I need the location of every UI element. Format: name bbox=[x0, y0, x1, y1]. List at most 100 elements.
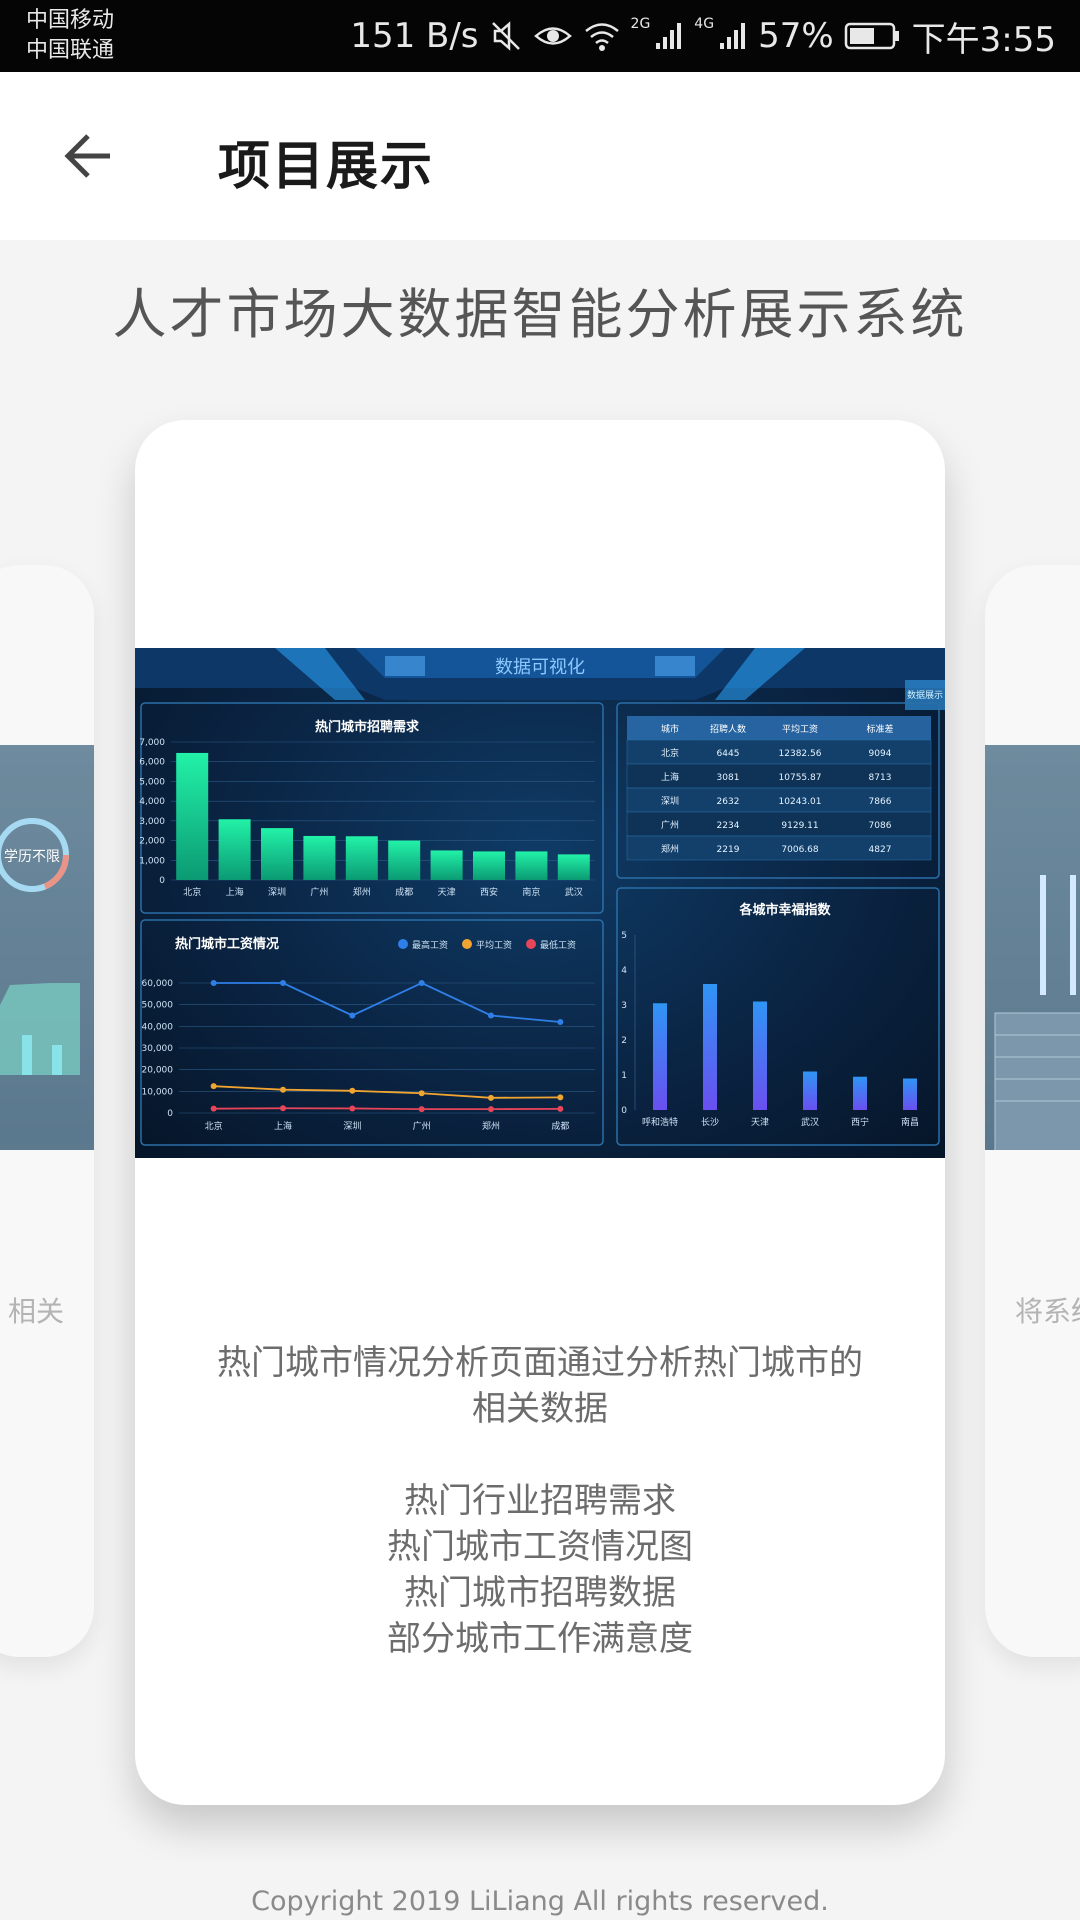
page-title: 项目展示 bbox=[218, 137, 435, 197]
bar bbox=[303, 835, 336, 880]
card-preview-image bbox=[985, 745, 1080, 1164]
data-point bbox=[418, 1106, 425, 1113]
bar bbox=[345, 836, 378, 880]
bar bbox=[473, 851, 505, 880]
net-4g-label: 4G bbox=[694, 16, 715, 32]
table-header-cell: 招聘人数 bbox=[710, 723, 746, 735]
status-bar: 中国移动 中国联通 151 B/s 2G 4G 57% 下午3:55 bbox=[0, 0, 1080, 72]
y-tick-label: 30,000 bbox=[142, 1044, 174, 1054]
data-point bbox=[349, 1087, 356, 1094]
back-button[interactable] bbox=[48, 116, 128, 196]
dashboard-screenshot: 数据可视化 数据展示 热门城市招聘需求 0 1,000 2,000 3,000 4,000… bbox=[135, 648, 945, 1158]
dashboard-title: 数据可视化 bbox=[495, 657, 585, 678]
y-tick-label: 1,000 bbox=[139, 856, 165, 866]
table-cell: 3081 bbox=[717, 773, 740, 783]
y-tick-label: 20,000 bbox=[142, 1066, 174, 1076]
data-point bbox=[210, 980, 217, 986]
y-tick-label: 6,000 bbox=[139, 758, 165, 768]
table-cell: 7086 bbox=[869, 821, 892, 831]
legend-marker bbox=[398, 939, 408, 949]
x-tick-label: 武汉 bbox=[801, 1116, 819, 1128]
y-tick-label: 5 bbox=[621, 931, 627, 941]
chart-happiness-index: 各城市幸福指数 0 1 2 3 4 5 呼和浩特 长沙 天津 武汉 西宁 南昌 bbox=[621, 902, 919, 1128]
bar bbox=[853, 1076, 867, 1110]
card-description: 热门城市情况分析页面通过分析热门城市的 相关数据 热门行业招聘需求 热门城市工资… bbox=[165, 1340, 915, 1662]
carrier-1: 中国移动 bbox=[26, 8, 115, 33]
battery-icon bbox=[844, 22, 899, 50]
feature-line: 部分城市工作满意度 bbox=[387, 1619, 693, 1659]
data-point bbox=[210, 1105, 217, 1112]
series-line bbox=[213, 1085, 561, 1099]
y-tick-label: 2,000 bbox=[139, 837, 165, 847]
y-tick-label: 5,000 bbox=[139, 777, 165, 787]
x-tick-label: 广州 bbox=[310, 886, 328, 898]
bar bbox=[388, 840, 421, 880]
y-tick-label: 3 bbox=[621, 1001, 627, 1011]
description-line: 相关数据 bbox=[472, 1389, 608, 1429]
x-tick-label: 天津 bbox=[438, 887, 456, 898]
carousel-card-next[interactable]: 将系统 bbox=[985, 565, 1080, 1657]
x-tick-label: 呼和浩特 bbox=[642, 1116, 678, 1128]
y-tick-label: 40,000 bbox=[142, 1022, 174, 1032]
bar bbox=[753, 1001, 767, 1110]
data-point bbox=[418, 1090, 425, 1097]
legend-marker bbox=[526, 939, 536, 949]
table-cell: 郑州 bbox=[661, 843, 679, 855]
feature-line: 热门城市招聘数据 bbox=[404, 1573, 676, 1613]
card-description: 相关 bbox=[7, 1295, 64, 1328]
y-tick-label: 7,000 bbox=[139, 738, 165, 748]
legend-label: 最高工资 bbox=[412, 939, 448, 951]
status-icons: 151 B/s 2G 4G 57% 下午3:55 bbox=[350, 0, 1056, 72]
table-cell: 上海 bbox=[661, 771, 679, 783]
x-tick-label: 成都 bbox=[395, 886, 413, 898]
table-cell: 10243.01 bbox=[779, 797, 822, 807]
x-tick-label: 南昌 bbox=[901, 1116, 919, 1128]
bar bbox=[557, 854, 590, 880]
y-tick-label: 4,000 bbox=[139, 797, 165, 807]
card-description: 将系统 bbox=[1015, 1295, 1080, 1328]
x-tick-label: 天津 bbox=[751, 1117, 769, 1128]
left-card-chip: 学历不限 bbox=[4, 849, 60, 865]
mute-icon bbox=[491, 21, 520, 51]
table-cell: 深圳 bbox=[661, 796, 679, 807]
clock: 下午3:55 bbox=[911, 19, 1056, 60]
x-tick-label: 深圳 bbox=[268, 887, 286, 898]
data-point bbox=[210, 1083, 217, 1090]
dashboard-svg: 数据可视化 数据展示 热门城市招聘需求 0 1,000 2,000 3,000 4,000… bbox=[135, 648, 945, 1146]
data-point bbox=[488, 1094, 494, 1101]
x-tick-label: 西宁 bbox=[851, 1116, 869, 1128]
chart-title: 热门城市工资情况 bbox=[175, 936, 279, 952]
table-header-cell: 标准差 bbox=[866, 723, 893, 735]
x-tick-label: 武汉 bbox=[565, 886, 583, 898]
bar bbox=[803, 1071, 817, 1110]
table-cell: 8713 bbox=[869, 773, 892, 783]
table-cell: 2234 bbox=[717, 821, 740, 831]
chart-salary-lines: 热门城市工资情况 0 10,000 20,000 30,000 40,000 50,000 6… bbox=[142, 936, 595, 1132]
data-point bbox=[557, 1105, 564, 1112]
preview-thumbnail: 学历不限 bbox=[0, 818, 80, 1075]
table-cell: 2632 bbox=[717, 797, 740, 807]
signal-icon bbox=[720, 23, 746, 49]
bar bbox=[176, 752, 209, 880]
system-title: 人才市场大数据智能分析展示系统 bbox=[112, 283, 968, 346]
card-preview-image: 学历不限 bbox=[0, 745, 94, 1150]
data-point bbox=[280, 1105, 286, 1112]
y-tick-label: 3,000 bbox=[139, 817, 165, 827]
carousel-card-previous[interactable]: 学历不限 相关 bbox=[0, 565, 94, 1657]
table-cell: 2219 bbox=[717, 845, 740, 855]
bar bbox=[515, 851, 548, 880]
bar bbox=[261, 828, 293, 880]
bar bbox=[903, 1078, 917, 1110]
table-cell: 9094 bbox=[869, 749, 892, 759]
net-2g-label: 2G bbox=[630, 16, 651, 32]
legend-label: 平均工资 bbox=[476, 939, 512, 951]
carousel-card-current[interactable]: 数据可视化 数据展示 热门城市招聘需求 0 1,000 2,000 3,000 4,000… bbox=[135, 420, 945, 1805]
net-speed: 151 B/s bbox=[350, 16, 479, 56]
arrow-left-icon bbox=[64, 134, 110, 178]
legend-label: 最低工资 bbox=[540, 939, 576, 951]
table-cell: 9129.11 bbox=[781, 821, 818, 831]
signal-icon bbox=[656, 23, 682, 49]
x-tick-label: 上海 bbox=[274, 1120, 292, 1132]
y-tick-label: 60,000 bbox=[142, 979, 174, 989]
